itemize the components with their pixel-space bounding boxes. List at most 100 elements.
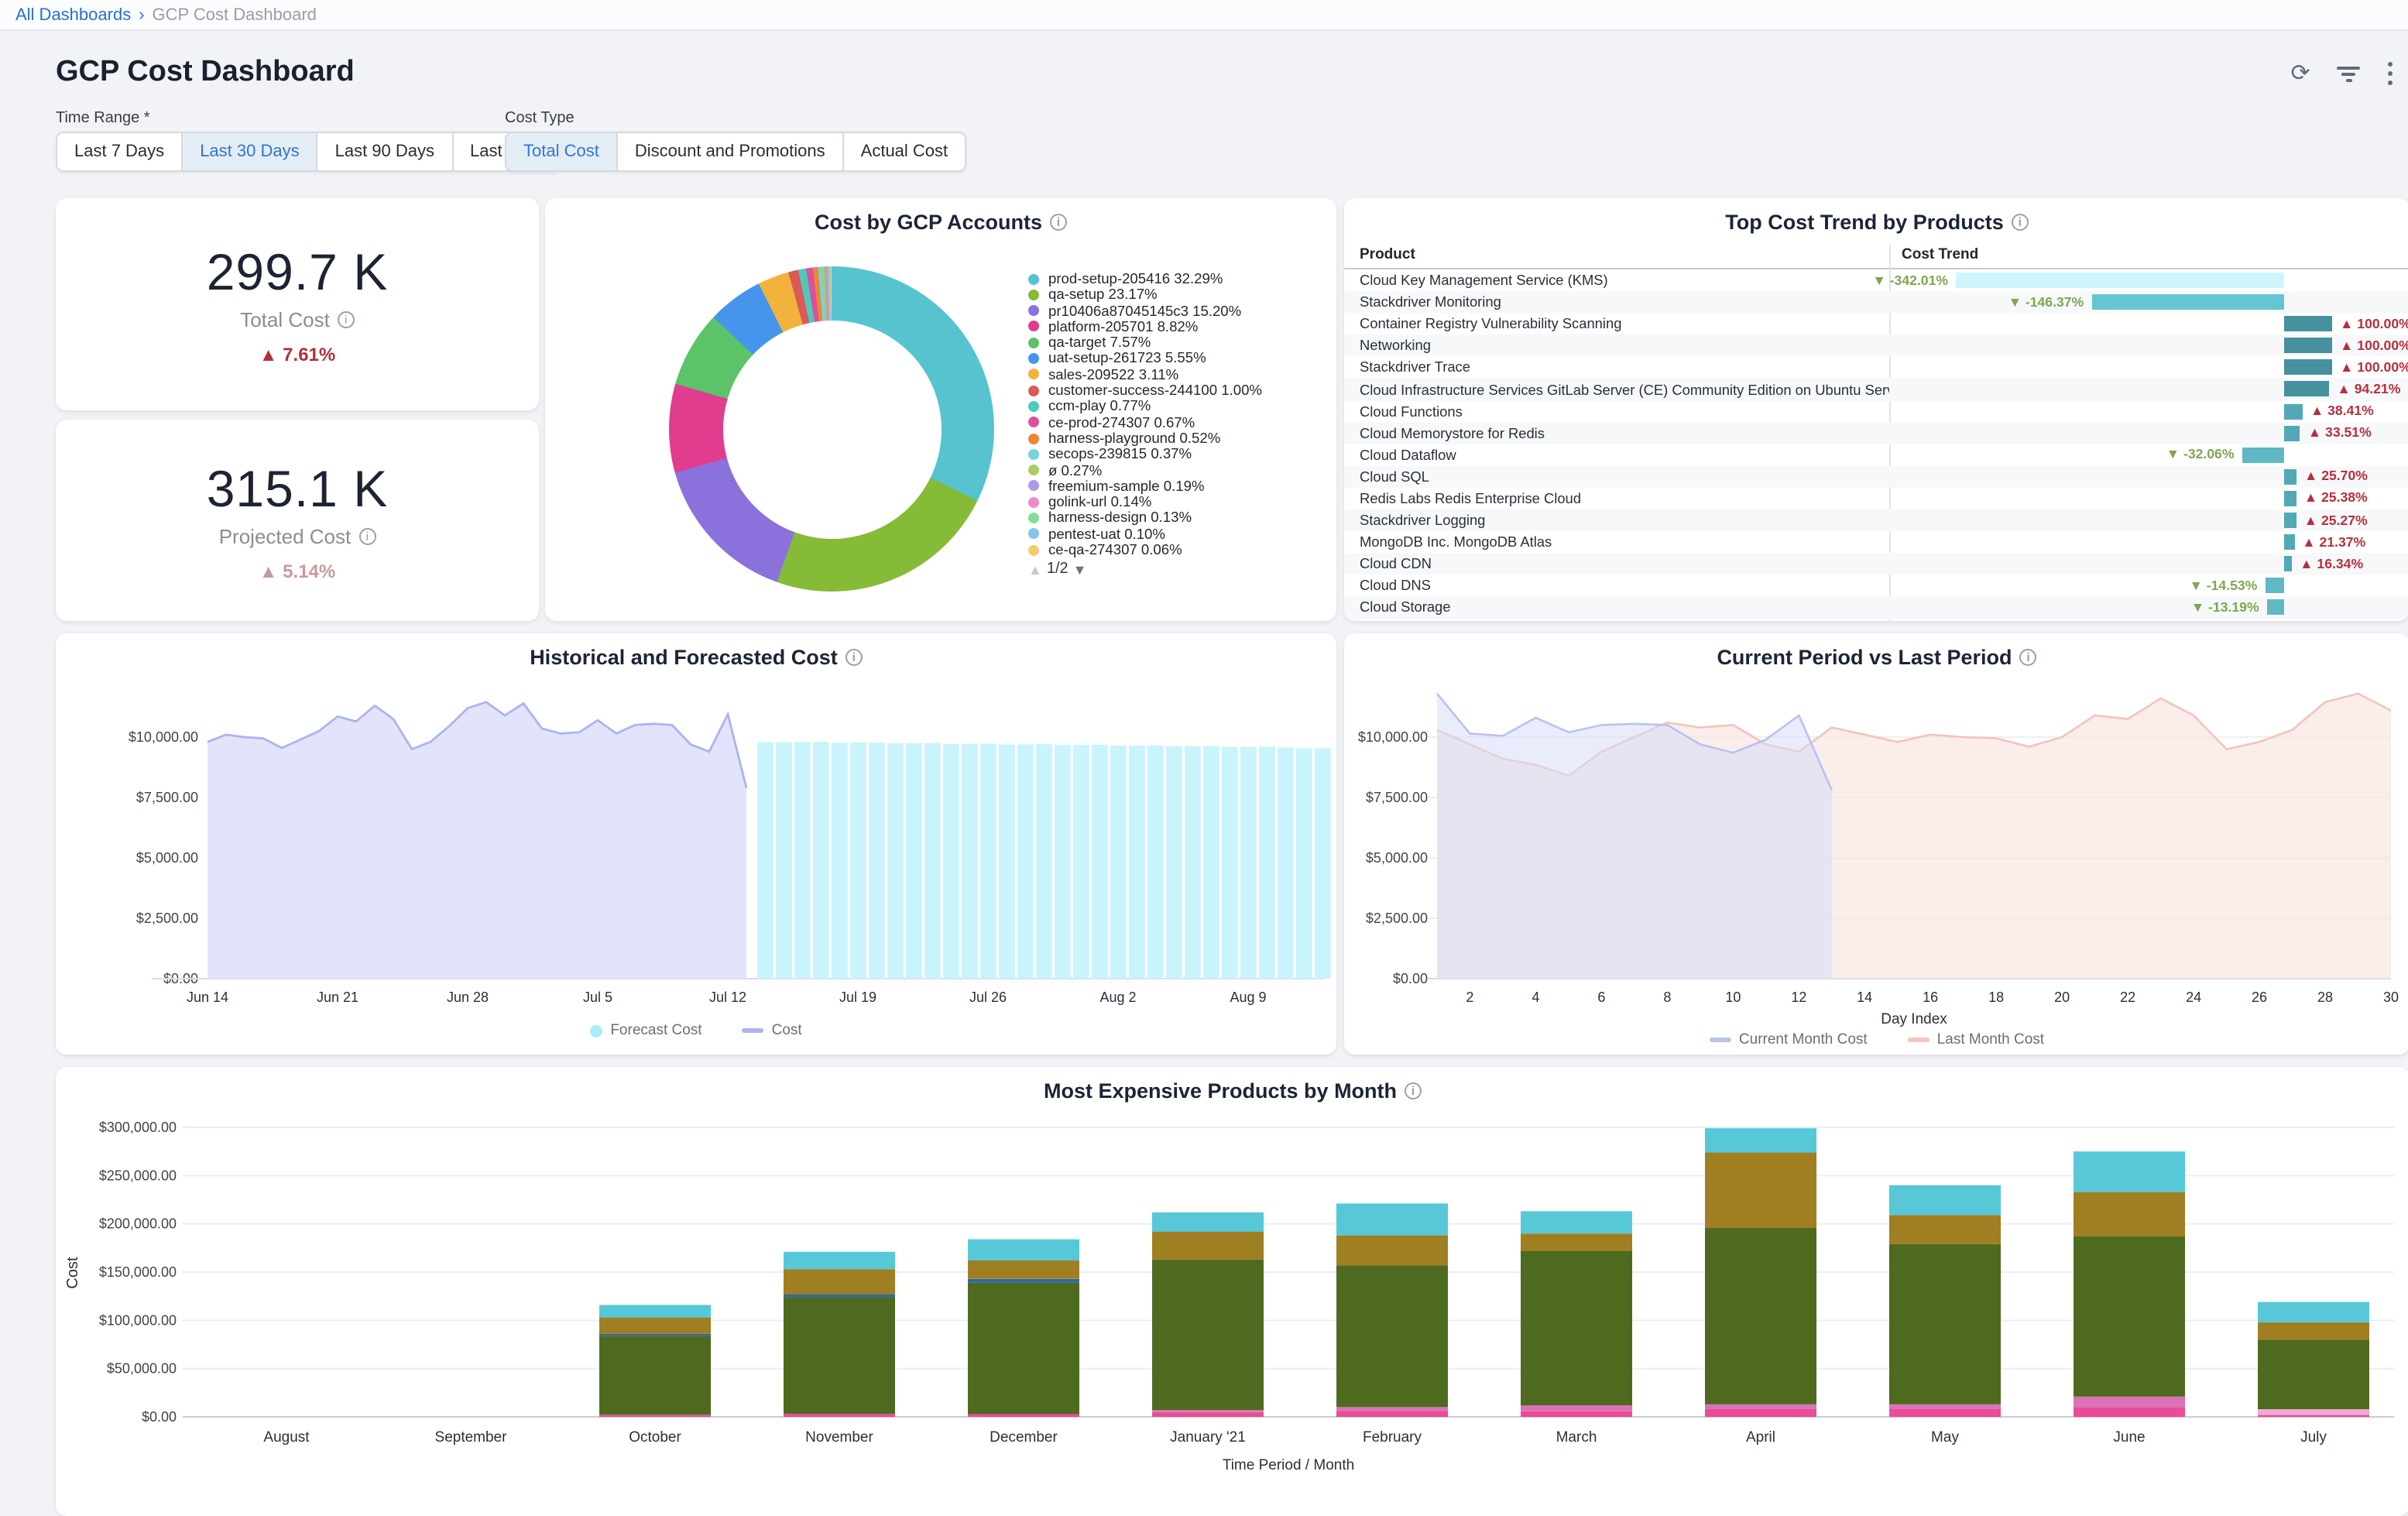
info-icon[interactable]: i (2012, 214, 2029, 231)
product-name: Cloud SQL (1344, 469, 1889, 485)
info-icon[interactable]: i (1405, 1082, 1422, 1099)
projected-cost-label: Projected Cost (219, 524, 352, 547)
series-olive-bar-segment (784, 1297, 895, 1414)
svg-text:Jun 28: Jun 28 (447, 990, 489, 1005)
series-mustard-bar-segment (1889, 1215, 2001, 1243)
time-range-option-last-30-days[interactable]: Last 30 Days (183, 133, 317, 170)
svg-text:Jul 12: Jul 12 (709, 990, 746, 1005)
product-column-header[interactable]: Product (1360, 246, 1415, 263)
legend-dot-icon (1028, 513, 1039, 523)
donut-legend-item[interactable]: qa-target 7.57% (1028, 334, 1309, 351)
donut-legend-item[interactable]: prod-setup-205416 32.29% (1028, 271, 1309, 287)
svg-text:$200,000.00: $200,000.00 (99, 1216, 177, 1232)
page-indicator: 1/2 (1047, 563, 1069, 579)
top-cost-trend-panel: Top Cost Trend by Productsi Product Cost… (1344, 198, 2408, 621)
breadcrumb-chevron-icon: › (139, 5, 144, 24)
cost-type-option-total-cost[interactable]: Total Cost (506, 133, 618, 170)
cost-trend-column-header[interactable]: Cost Trend (1902, 246, 1978, 263)
donut-legend-label: ce-prod-274307 0.67% (1048, 414, 1309, 430)
time-range-option-last-90-days[interactable]: Last 90 Days (318, 133, 453, 170)
product-name: Cloud Storage (1344, 600, 1889, 616)
page-down-icon[interactable]: ▼ (1073, 563, 1087, 579)
legend-dot-icon (1028, 385, 1039, 396)
breadcrumb-all-dashboards-link[interactable]: All Dashboards (15, 5, 131, 24)
donut-legend-item[interactable]: golink-url 0.14% (1028, 494, 1309, 510)
series-hot-pink-bar-segment (1889, 1409, 2001, 1417)
trend-percent: ▲ 100.00% (2340, 338, 2408, 353)
svg-text:22: 22 (2120, 990, 2135, 1005)
donut-legend-item[interactable]: customer-success-244100 1.00% (1028, 382, 1309, 399)
refresh-icon[interactable]: ⟳ (2290, 62, 2310, 85)
cost-trend-cell: ▼ -342.01% (1889, 269, 2408, 291)
donut-legend-item[interactable]: secops-239815 0.37% (1028, 447, 1309, 463)
info-icon[interactable]: i (358, 527, 376, 544)
filter-icon[interactable] (2337, 64, 2362, 83)
cost-type-option-discount-and-promotions[interactable]: Discount and Promotions (618, 133, 844, 170)
series-cyan-bar-segment (2074, 1151, 2185, 1192)
trend-bar (2284, 469, 2297, 485)
legend-item[interactable]: Forecast Cost (590, 1022, 701, 1039)
donut-legend-item[interactable]: harness-design 0.13% (1028, 510, 1309, 526)
donut-legend-item[interactable]: pentest-uat 0.10% (1028, 526, 1309, 543)
series-olive-bar-segment (2258, 1339, 2369, 1409)
donut-legend-item[interactable]: ø 0.27% (1028, 462, 1309, 478)
donut-legend-item[interactable]: harness-playground 0.52% (1028, 430, 1309, 447)
donut-legend-pagination: ▲ 1/2▼ (1028, 563, 1309, 579)
trend-bar (2284, 316, 2332, 331)
trend-table-row: Stackdriver Logging▲ 25.27% (1344, 509, 2408, 531)
legend-dot-icon (1028, 417, 1039, 428)
svg-text:$7,500.00: $7,500.00 (1366, 790, 1428, 805)
svg-text:26: 26 (2252, 990, 2267, 1005)
legend-item[interactable]: Cost (743, 1022, 802, 1039)
donut-legend-item[interactable]: ce-qa-274307 0.06% (1028, 542, 1309, 558)
series-cyan-bar-segment (1521, 1211, 1632, 1233)
trend-bar (2284, 556, 2292, 571)
donut-legend-item[interactable]: ccm-play 0.77% (1028, 399, 1309, 415)
trend-bar (2284, 425, 2300, 441)
breadcrumb-current: GCP Cost Dashboard (153, 5, 317, 24)
series-hot-pink-bar-segment (1705, 1409, 1816, 1417)
donut-legend-label: pr10406a87045145c3 15.20% (1048, 303, 1309, 319)
svg-text:April: April (1746, 1429, 1775, 1446)
info-icon[interactable]: i (338, 311, 355, 328)
kebab-menu-icon[interactable] (2388, 62, 2393, 84)
donut-legend-item[interactable]: platform-205701 8.82% (1028, 319, 1309, 335)
legend-dot-icon (1028, 544, 1039, 555)
time-range-option-last-7-days[interactable]: Last 7 Days (57, 133, 183, 170)
legend-swatch-icon (1710, 1038, 1731, 1042)
trend-bar (2284, 513, 2297, 528)
legend-item[interactable]: Last Month Cost (1908, 1031, 2044, 1048)
svg-text:4: 4 (1532, 990, 1539, 1005)
svg-text:December: December (990, 1429, 1058, 1446)
series-olive-bar-segment (599, 1336, 711, 1415)
trend-percent: ▲ 21.37% (2302, 533, 2365, 549)
trend-bar (2284, 382, 2329, 397)
info-icon[interactable]: i (1050, 214, 1067, 231)
svg-text:October: October (629, 1429, 681, 1446)
svg-text:February: February (1363, 1429, 1422, 1446)
legend-swatch-icon (1908, 1038, 1929, 1042)
series-mustard-bar-segment (599, 1318, 711, 1334)
cost-trend-cell: ▲ 38.41% (1889, 400, 2408, 422)
donut-legend-item[interactable]: freemium-sample 0.19% (1028, 478, 1309, 495)
svg-text:2: 2 (1466, 990, 1473, 1005)
donut-legend-item[interactable]: ce-prod-274307 0.67% (1028, 414, 1309, 430)
cost-type-option-actual-cost[interactable]: Actual Cost (844, 133, 966, 170)
product-name: Cloud CDN (1344, 557, 1889, 572)
trend-percent: ▲ 25.70% (2304, 468, 2368, 484)
series-hot-pink-bar-segment (2258, 1415, 2369, 1417)
donut-legend-item[interactable]: pr10406a87045145c3 15.20% (1028, 303, 1309, 319)
donut-legend-item[interactable]: sales-209522 3.11% (1028, 367, 1309, 383)
product-name: Cloud Functions (1344, 403, 1889, 419)
series-cyan-bar-segment (2258, 1302, 2369, 1322)
cost-trend-cell: ▼ -14.53% (1889, 575, 2408, 597)
product-name: Stackdriver Monitoring (1344, 294, 1889, 310)
donut-legend-item[interactable]: qa-setup 23.17% (1028, 287, 1309, 304)
svg-text:January '21: January '21 (1170, 1429, 1246, 1446)
donut-legend-label: secops-239815 0.37% (1048, 447, 1309, 463)
donut-legend-item[interactable]: uat-setup-261723 5.55% (1028, 351, 1309, 367)
donut-legend-label: harness-design 0.13% (1048, 510, 1309, 526)
page-up-icon[interactable]: ▲ (1028, 563, 1042, 579)
legend-item[interactable]: Current Month Cost (1710, 1031, 1868, 1048)
series-mustard-bar-segment (1705, 1152, 1816, 1227)
